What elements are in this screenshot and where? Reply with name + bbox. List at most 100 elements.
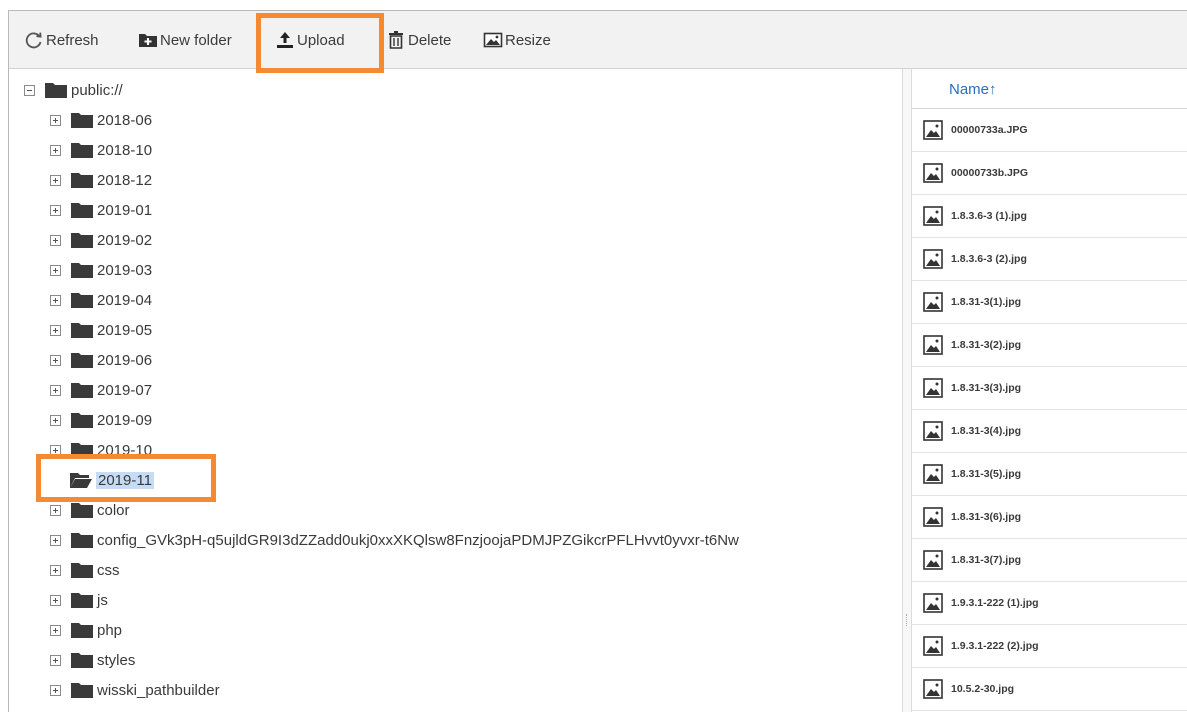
folder-icon bbox=[71, 143, 93, 158]
folder-icon bbox=[71, 623, 93, 638]
image-file-icon bbox=[923, 249, 943, 269]
tree-folder[interactable]: css bbox=[50, 559, 120, 581]
tree-folder[interactable]: 2019-10 bbox=[50, 439, 152, 461]
tree-folder[interactable]: 2018-06 bbox=[50, 109, 152, 131]
expand-icon[interactable] bbox=[50, 204, 61, 216]
tree-folder[interactable]: 2018-10 bbox=[50, 139, 152, 161]
image-file-icon bbox=[923, 679, 943, 699]
tree-folder[interactable]: js bbox=[50, 589, 108, 611]
tree-folder[interactable]: 2019-05 bbox=[50, 319, 152, 341]
file-name: 1.8.31-3(2).jpg bbox=[951, 339, 1022, 351]
file-row[interactable]: 1.8.31-3(2).jpg bbox=[912, 324, 1187, 367]
tree-folder[interactable]: 2019-11 bbox=[70, 469, 154, 491]
expand-icon[interactable] bbox=[50, 594, 61, 606]
tree-folder-label: css bbox=[97, 561, 120, 579]
file-name: 1.8.31-3(7).jpg bbox=[951, 554, 1022, 566]
file-row[interactable]: 1.8.31-3(1).jpg bbox=[912, 281, 1187, 324]
tree-folder[interactable]: 2019-07 bbox=[50, 379, 152, 401]
expand-icon[interactable] bbox=[50, 564, 61, 576]
folder-icon bbox=[71, 173, 93, 188]
expand-icon[interactable] bbox=[50, 174, 61, 186]
tree-folder[interactable]: 2019-09 bbox=[50, 409, 152, 431]
folder-icon bbox=[71, 593, 93, 608]
file-list: Name↑ 00000733a.JPG 00000733b.JPG 1.8.3.6-… bbox=[912, 69, 1187, 712]
new-folder-button[interactable]: New folder bbox=[138, 28, 232, 52]
file-row[interactable]: 00000733a.JPG bbox=[912, 109, 1187, 152]
tree-folder[interactable]: 2019-04 bbox=[50, 289, 152, 311]
file-name: 1.9.3.1-222 (1).jpg bbox=[951, 597, 1039, 609]
refresh-button[interactable]: Refresh bbox=[24, 28, 99, 52]
image-file-icon bbox=[923, 593, 943, 613]
tree-folder[interactable]: 2019-03 bbox=[50, 259, 152, 281]
image-file-icon bbox=[923, 206, 943, 226]
expand-icon[interactable] bbox=[50, 324, 61, 336]
expand-icon[interactable] bbox=[50, 684, 61, 696]
file-row[interactable]: 1.8.31-3(6).jpg bbox=[912, 496, 1187, 539]
expand-icon[interactable] bbox=[50, 414, 61, 426]
expand-icon[interactable] bbox=[50, 444, 61, 456]
expand-icon[interactable] bbox=[50, 294, 61, 306]
file-name: 00000733b.JPG bbox=[951, 167, 1029, 179]
folder-icon bbox=[71, 233, 93, 248]
tree-folder[interactable]: styles bbox=[50, 649, 135, 671]
expand-icon[interactable] bbox=[50, 624, 61, 636]
file-row[interactable]: 1.9.3.1-222 (1).jpg bbox=[912, 582, 1187, 625]
resize-button[interactable]: Resize bbox=[483, 28, 551, 52]
image-file-icon bbox=[923, 292, 943, 312]
expand-icon[interactable] bbox=[50, 534, 61, 546]
expand-icon[interactable] bbox=[50, 654, 61, 666]
column-name-sort[interactable]: Name↑ bbox=[949, 81, 997, 98]
expand-icon[interactable] bbox=[50, 504, 61, 516]
collapse-icon[interactable] bbox=[24, 84, 35, 96]
image-icon bbox=[483, 32, 503, 48]
tree-folder-label: 2019-07 bbox=[97, 381, 153, 399]
tree-folder[interactable]: 2019-01 bbox=[50, 199, 152, 221]
expand-icon[interactable] bbox=[50, 264, 61, 276]
tree-folder[interactable]: 2018-12 bbox=[50, 169, 152, 191]
file-row[interactable]: 10.5.2-30.jpg bbox=[912, 668, 1187, 711]
file-row[interactable]: 1.8.31-3(4).jpg bbox=[912, 410, 1187, 453]
file-list-header: Name↑ bbox=[912, 69, 1187, 109]
folder-icon bbox=[71, 263, 93, 278]
new-folder-label: New folder bbox=[160, 31, 232, 49]
file-row[interactable]: 1.8.31-3(7).jpg bbox=[912, 539, 1187, 582]
file-row[interactable]: 00000733b.JPG bbox=[912, 152, 1187, 195]
tree-folder[interactable]: 2019-06 bbox=[50, 349, 152, 371]
tree-root[interactable]: public:// bbox=[24, 79, 123, 101]
image-file-icon bbox=[923, 120, 943, 140]
expand-icon[interactable] bbox=[50, 354, 61, 366]
upload-button[interactable]: Upload bbox=[275, 28, 345, 52]
tree-folder-label: js bbox=[97, 591, 108, 609]
file-row[interactable]: 1.8.31-3(5).jpg bbox=[912, 453, 1187, 496]
tree-folder-label: 2019-01 bbox=[97, 201, 153, 219]
folder-icon bbox=[71, 443, 93, 458]
file-row[interactable]: 1.8.31-3(3).jpg bbox=[912, 367, 1187, 410]
delete-button[interactable]: Delete bbox=[386, 28, 451, 52]
refresh-icon bbox=[25, 32, 42, 49]
expand-icon[interactable] bbox=[50, 234, 61, 246]
expand-icon[interactable] bbox=[50, 384, 61, 396]
resize-label: Resize bbox=[505, 31, 551, 49]
folder-icon bbox=[71, 653, 93, 668]
file-row[interactable]: 1.8.3.6-3 (1).jpg bbox=[912, 195, 1187, 238]
folder-icon bbox=[71, 503, 93, 518]
file-row[interactable]: 1.9.3.1-222 (2).jpg bbox=[912, 625, 1187, 668]
file-name: 10.5.2-30.jpg bbox=[951, 683, 1015, 695]
folder-icon bbox=[71, 413, 93, 428]
splitter-grip[interactable] bbox=[906, 614, 908, 626]
image-file-icon bbox=[923, 507, 943, 527]
folder-icon bbox=[71, 323, 93, 338]
pane-splitter[interactable] bbox=[902, 69, 912, 712]
tree-folder[interactable]: color bbox=[50, 499, 130, 521]
expand-icon[interactable] bbox=[50, 114, 61, 126]
tree-folder[interactable]: wisski_pathbuilder bbox=[50, 679, 220, 701]
tree-folder-label: 2019-02 bbox=[97, 231, 153, 249]
file-row[interactable]: 1.8.3.6-3 (2).jpg bbox=[912, 238, 1187, 281]
image-file-icon bbox=[923, 421, 943, 441]
tree-folder[interactable]: config_GVk3pH-q5ujldGR9I3dZZadd0ukj0xxXK… bbox=[50, 529, 739, 551]
image-file-icon bbox=[923, 464, 943, 484]
tree-folder[interactable]: 2019-02 bbox=[50, 229, 152, 251]
tree-folder[interactable]: php bbox=[50, 619, 122, 641]
image-file-icon bbox=[923, 550, 943, 570]
expand-icon[interactable] bbox=[50, 144, 61, 156]
